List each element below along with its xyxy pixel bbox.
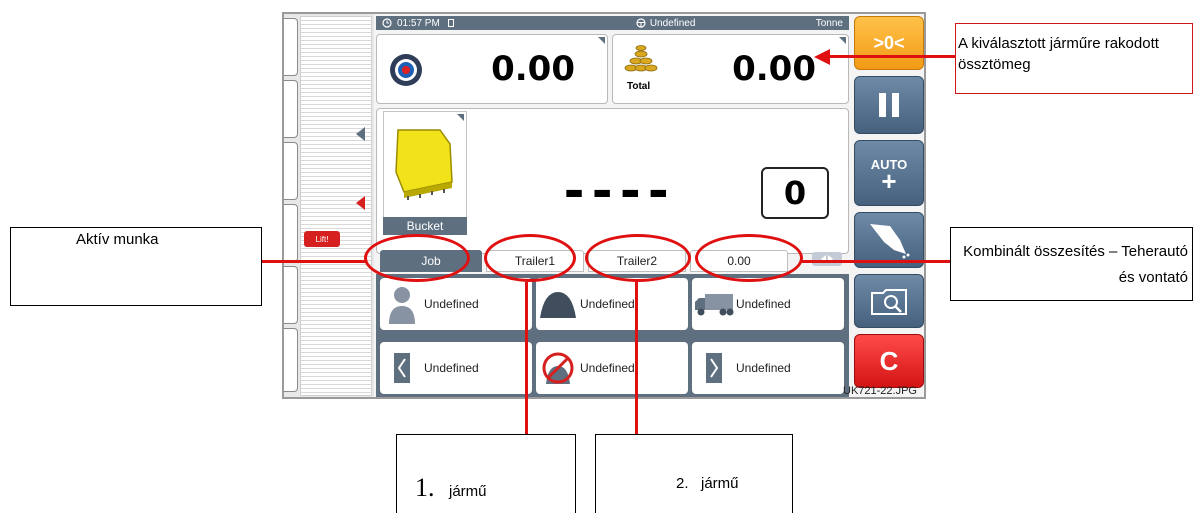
current-weight-value: 0.00 <box>491 49 575 89</box>
gutter-tab[interactable] <box>284 80 298 138</box>
gutter-tab[interactable] <box>284 18 298 76</box>
device-screen: Lift! 01:57 PM Undefined Tonne 0.00 Tota… <box>282 12 926 399</box>
trailer2-highlight <box>585 234 691 282</box>
vehicle2-connector <box>635 282 638 434</box>
gutter-tab[interactable] <box>284 142 298 200</box>
auto-add-button[interactable]: AUTO + <box>854 140 924 206</box>
target-icon <box>390 54 422 86</box>
material-pile-icon <box>536 282 580 326</box>
status-time: 01:57 PM <box>397 17 440 29</box>
total-weight-panel[interactable]: Total 0.00 <box>612 34 849 104</box>
status-bar: 01:57 PM Undefined Tonne <box>376 16 849 30</box>
bucket-icon <box>395 129 453 200</box>
customer-cell[interactable]: Undefined <box>536 342 688 394</box>
gutter-tab[interactable] <box>284 204 298 262</box>
panel-menu-icon <box>598 37 605 44</box>
bucket-weight-dashes: ---- <box>559 162 673 220</box>
clear-button[interactable]: C <box>854 334 924 388</box>
coins-icon <box>624 45 658 72</box>
tab-scroll-arrows[interactable] <box>812 252 842 266</box>
truck-cell[interactable]: Undefined <box>692 278 844 330</box>
job-tab-highlight <box>364 234 470 282</box>
bucket-select[interactable] <box>383 111 467 233</box>
bucket-menu-icon <box>457 114 464 121</box>
lift-indicator: Lift! <box>304 231 340 247</box>
bucket-label: Bucket <box>383 217 467 235</box>
pause-button[interactable] <box>854 76 924 134</box>
combined-note: Kombinált összesítés – Teherautó és vont… <box>950 227 1193 301</box>
current-weight-panel[interactable]: 0.00 <box>376 34 608 104</box>
operator-cell[interactable]: Undefined <box>380 278 532 330</box>
upper-limit-marker-icon <box>356 127 365 141</box>
log-icon <box>447 19 454 27</box>
no-customer-icon <box>536 346 580 390</box>
vehicle-status: Undefined <box>636 18 695 29</box>
pause-icon <box>879 93 899 117</box>
panel-menu-icon <box>839 37 846 44</box>
total-arrow-head-icon <box>814 49 830 65</box>
vehicle1-note: 1. jármű <box>396 434 576 513</box>
trailer1-highlight <box>484 234 576 282</box>
unit-label: Tonne <box>815 17 843 29</box>
combined-highlight <box>695 234 803 282</box>
plus-icon: + <box>881 166 897 196</box>
destination-arrow-icon <box>692 346 736 390</box>
vehicle2-note: 2. jármű <box>595 434 793 513</box>
bucket-count: 0 <box>761 167 829 219</box>
total-arrow-line <box>828 55 956 58</box>
total-label: Total <box>627 81 651 92</box>
steering-wheel-icon <box>636 18 646 28</box>
destination-cell[interactable]: Undefined <box>692 342 844 394</box>
zero-button[interactable]: >0< <box>854 16 924 70</box>
folder-search-icon <box>871 289 907 315</box>
lower-limit-marker-icon <box>356 196 365 210</box>
source-arrow-icon <box>380 346 424 390</box>
image-code: UK721-22.JPG <box>843 385 917 397</box>
total-note: A kiválasztott járműre rakodott össztöme… <box>955 23 1193 94</box>
gutter-tab[interactable] <box>284 328 298 392</box>
source-cell[interactable]: Undefined <box>380 342 532 394</box>
clock-icon <box>382 18 392 28</box>
bucket-panel: Bucket ---- 0 <box>376 108 849 254</box>
combined-connector <box>802 260 952 263</box>
tip-bucket-icon <box>870 224 910 259</box>
job-details-grid: Undefined Undefined Undefined Undefined … <box>376 274 849 397</box>
operator-icon <box>380 282 424 326</box>
total-weight-value: 0.00 <box>732 49 816 89</box>
review-button[interactable] <box>854 274 924 328</box>
vehicle1-connector <box>525 282 528 434</box>
active-job-note: Aktív munka <box>10 227 262 306</box>
truck-icon <box>692 282 736 326</box>
material-cell[interactable]: Undefined <box>536 278 688 330</box>
gutter-tab[interactable] <box>284 266 298 324</box>
active-job-connector <box>262 260 366 263</box>
